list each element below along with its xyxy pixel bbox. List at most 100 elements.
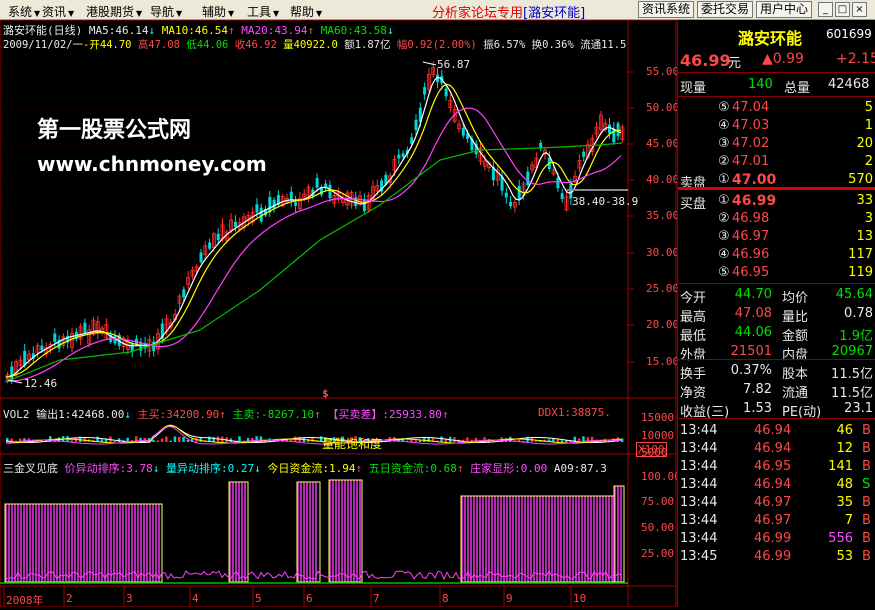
tick-row[interactable]: 13:44 46.95 141 B: [678, 458, 875, 476]
menu-1[interactable]: 资讯 ▼: [42, 3, 74, 20]
peak-price-label: 56.87: [437, 58, 471, 71]
tick-row[interactable]: 13:44 46.97 7 B: [678, 512, 875, 530]
tick-row[interactable]: 13:44 46.94 12 B: [678, 440, 875, 458]
price-tick-label: 20.00: [646, 318, 680, 331]
stat-value-2: 11.5亿: [831, 386, 873, 401]
time-tick-label: 2008年: [6, 594, 44, 607]
trade-button[interactable]: 委托交易: [697, 1, 753, 18]
indicator-header: 三金叉见底 价异动排序:3.78↓ 量异动排序:0.27↓ 今日资金流:1.94…: [3, 462, 607, 475]
candle-body: [268, 197, 272, 213]
chart-area[interactable]: 潞安环能(日线) MA5:46.14↓ MA10:46.54↑ MA20:43.…: [0, 19, 681, 608]
menu-label: 辅助: [202, 5, 227, 19]
candle-body: [328, 184, 332, 199]
maximize-icon[interactable]: □: [835, 2, 850, 17]
stat-row: 净资 7.82 流通 11.5亿: [678, 381, 875, 401]
menu-6[interactable]: 帮助 ▼: [290, 3, 322, 20]
stat-label: 最低: [680, 329, 707, 344]
stat-row: 收益(三) 1.53 PE(动) 23.1: [678, 400, 875, 420]
price-tick-label: 25.00: [646, 282, 680, 295]
candle-body: [517, 186, 521, 200]
menu-label: 导航: [150, 5, 175, 19]
stat-label-2: 量比: [782, 310, 809, 325]
tick-row[interactable]: 13:44 46.94 48 S: [678, 476, 875, 494]
candle-body: [423, 87, 427, 95]
stock-name: 潞安环能: [738, 29, 803, 48]
bid-level: ②: [718, 211, 730, 226]
vol-tick-label: 5000: [641, 446, 668, 459]
close-icon[interactable]: ×: [852, 2, 867, 17]
volume-bar: [212, 436, 215, 442]
stat-value: 44.70: [734, 287, 772, 302]
dropdown-arrow-icon: ▼: [176, 9, 183, 18]
bid-volume: 13: [856, 229, 873, 244]
stat-row: 今开 44.70 均价 45.64: [678, 286, 875, 306]
bid-row[interactable]: ③ 46.97 13: [678, 228, 875, 246]
stat-label-2: 内盘: [782, 348, 809, 363]
tick-row[interactable]: 13:44 46.99 556 B: [678, 530, 875, 548]
ask-price: 47.03: [732, 118, 770, 133]
menu-3[interactable]: 导航 ▼: [150, 3, 182, 20]
tick-side: B: [862, 531, 871, 546]
volume-bar: [414, 440, 417, 442]
menu-4[interactable]: 辅助 ▼: [202, 3, 234, 20]
ask-row[interactable]: ③ 47.02 20: [678, 135, 875, 153]
tick-price: 46.97: [754, 495, 792, 510]
watermark-url: www.chnmoney.com: [37, 152, 267, 176]
candle-body: [130, 343, 134, 352]
volume-bar: [117, 438, 121, 442]
bid-level: ④: [718, 247, 730, 262]
dropdown-arrow-icon: ▼: [273, 9, 280, 18]
candle-body: [401, 153, 405, 158]
ask-row[interactable]: ② 47.01 2: [678, 153, 875, 171]
tick-volume: 48: [836, 477, 853, 492]
stat-value: 21501: [730, 344, 772, 359]
bid-row[interactable]: ④ 46.96 117: [678, 246, 875, 264]
ask-volume: 20: [856, 136, 873, 151]
dropdown-arrow-icon: ▼: [136, 9, 143, 18]
watermark-title: 第一股票公式网: [37, 118, 192, 143]
candle-body: [259, 207, 263, 222]
tick-row[interactable]: 13:44 46.94 46 B: [678, 422, 875, 440]
menu-label: 港股期货: [86, 5, 135, 19]
volume-bar: [182, 437, 185, 442]
bid-row[interactable]: 买盘 ① 46.99 33: [678, 192, 875, 212]
ask-level: ③: [718, 136, 730, 151]
quote-panel: 潞安环能 601699 46.99 元 ▲0.99 +2.15 现量 140 总…: [677, 20, 875, 607]
volume-bar: [152, 439, 155, 442]
bid-row[interactable]: ⑤ 46.95 119: [678, 264, 875, 282]
info-system-button[interactable]: 资讯系统: [638, 1, 694, 18]
minimize-icon[interactable]: _: [818, 2, 833, 17]
recent-range-label: 38.40-38.9: [572, 195, 639, 208]
volume-bar: [556, 439, 559, 442]
tick-side: B: [862, 423, 871, 438]
user-center-button[interactable]: 用户中心: [756, 1, 812, 18]
menu-2[interactable]: 港股期货 ▼: [86, 3, 142, 20]
price-tick-label: 40.00: [646, 173, 680, 186]
indicator-tick-label: 100.00: [641, 470, 681, 483]
menu-label: 资讯: [42, 5, 67, 19]
tick-time: 13:44: [680, 459, 718, 474]
menu-5[interactable]: 工具 ▼: [247, 3, 279, 20]
bid-price: 46.97: [732, 229, 770, 244]
tick-volume: 35: [836, 495, 853, 510]
time-tick-label: 4: [192, 592, 199, 605]
ask-row[interactable]: ⑤ 47.04 5: [678, 99, 875, 117]
tick-volume: 46: [836, 423, 853, 438]
menu-0[interactable]: 系统 ▼: [8, 3, 40, 20]
tick-price: 46.99: [754, 549, 792, 564]
ask-price: 47.04: [732, 100, 770, 115]
time-tick-label: 6: [306, 592, 313, 605]
candle-body: [272, 199, 276, 209]
volume-bar: [440, 436, 443, 442]
time-tick-label: 8: [442, 592, 449, 605]
candle-body: [233, 221, 237, 228]
dollar-marker-icon: $: [322, 387, 329, 400]
stat-row: 最低 44.06 金额 1.9亿: [678, 324, 875, 344]
dropdown-arrow-icon: ▼: [34, 9, 41, 18]
tick-row[interactable]: 13:44 46.97 35 B: [678, 494, 875, 512]
chart-canvas[interactable]: [0, 19, 677, 608]
tick-row[interactable]: 13:45 46.99 53 B: [678, 548, 875, 566]
ask-row[interactable]: ④ 47.03 1: [678, 117, 875, 135]
tick-price: 46.94: [754, 441, 792, 456]
bid-row[interactable]: ② 46.98 3: [678, 210, 875, 228]
